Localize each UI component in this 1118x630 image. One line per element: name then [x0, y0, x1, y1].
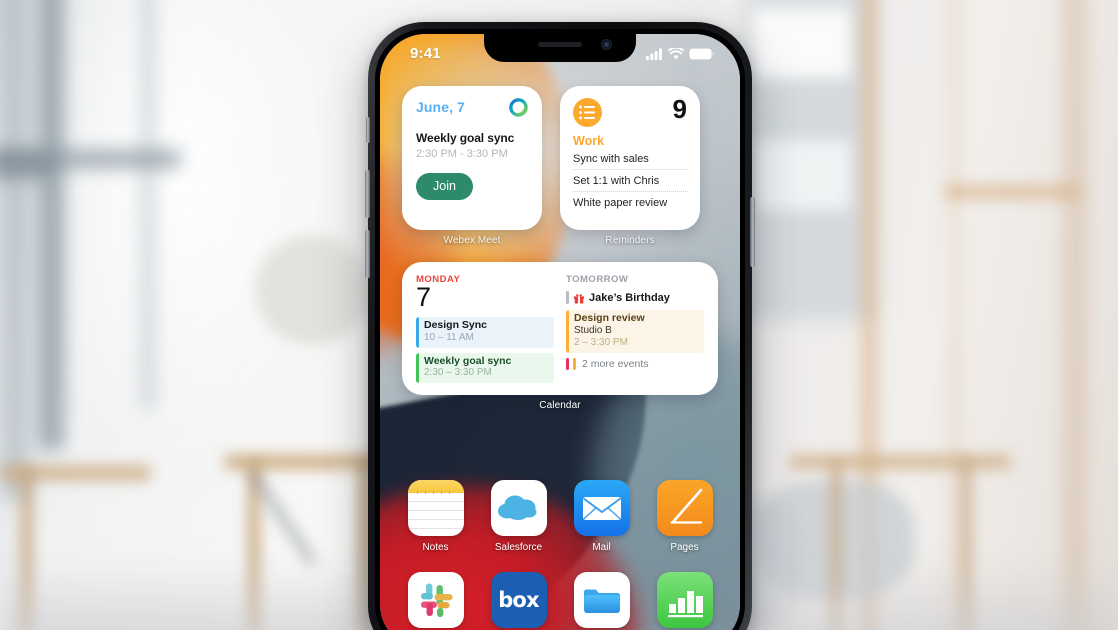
reminders-widget-card[interactable]: 9 Work Sync with sales Set 1:1 with Chri…: [560, 86, 700, 230]
event-location: Studio B: [574, 324, 612, 336]
box-app-icon[interactable]: box: [490, 572, 547, 628]
phone-bezel: 9:41 June, 7 Weekly goal sync 2:30 PM - …: [375, 29, 745, 630]
calendar-widget-label: Calendar: [539, 400, 581, 411]
event-time: 2 – 3:30 PM: [574, 337, 628, 349]
app-salesforce[interactable]: Salesforce: [484, 480, 554, 553]
device-notch: [484, 34, 636, 62]
calendar-event[interactable]: Design Sync 10 – 11 AM: [416, 317, 554, 348]
webex-widget-label: Webex Meet: [443, 235, 501, 246]
background-wood-shelf: [945, 185, 1080, 199]
power-button[interactable]: [750, 197, 755, 267]
app-slack[interactable]: Slack: [401, 572, 471, 630]
window-frame-vertical: [0, 0, 30, 500]
webex-widget-card[interactable]: June, 7 Weekly goal sync 2:30 PM - 3:30 …: [402, 86, 542, 230]
widget-area: June, 7 Weekly goal sync 2:30 PM - 3:30 …: [380, 86, 740, 411]
volume-up-button[interactable]: [365, 170, 370, 218]
calendar-birthday-event[interactable]: Jake’s Birthday: [566, 291, 704, 304]
more-events-label: 2 more events: [582, 357, 649, 370]
calendar-widget-card[interactable]: MONDAY 7 Design Sync 10 – 11 AM Weekly g…: [402, 262, 718, 395]
reminders-widget-label: Reminders: [605, 235, 655, 246]
calendar-today-events: Design Sync 10 – 11 AM Weekly goal sync …: [416, 317, 554, 383]
window-latch: [0, 153, 50, 179]
background-right-window-pane: [752, 140, 852, 210]
silent-switch[interactable]: [366, 117, 370, 143]
calendar-event[interactable]: Weekly goal sync 2:30 – 3:30 PM: [416, 352, 554, 383]
event-color-bar: [573, 357, 576, 370]
calendar-day-number: 7: [416, 282, 432, 312]
earpiece-speaker: [538, 42, 582, 47]
background-right-window-pane: [752, 8, 852, 78]
app-label: Salesforce: [494, 542, 543, 553]
pages-app-icon[interactable]: [656, 480, 713, 536]
reminder-item[interactable]: Sync with sales: [573, 148, 688, 169]
calendar-more-events[interactable]: 2 more events: [566, 357, 704, 370]
calendar-today-column: MONDAY 7 Design Sync 10 – 11 AM Weekly g…: [416, 274, 554, 395]
mail-app-icon[interactable]: [573, 480, 630, 536]
reminders-widget[interactable]: 9 Work Sync with sales Set 1:1 with Chri…: [560, 86, 700, 246]
app-box[interactable]: box Box: [484, 572, 554, 630]
app-grid: Notes Salesforce Mail Pages box: [380, 480, 740, 630]
slack-app-icon[interactable]: [407, 572, 464, 628]
calendar-tomorrow-label: TOMORROW: [566, 274, 629, 285]
reminders-count: 9: [672, 94, 687, 124]
phone-screen[interactable]: 9:41 June, 7 Weekly goal sync 2:30 PM - …: [380, 34, 740, 630]
webex-meeting-time: 2:30 PM - 3:30 PM: [416, 148, 508, 160]
reminder-item[interactable]: Set 1:1 with Chris: [573, 169, 688, 191]
cellular-signal-icon: [646, 48, 662, 60]
join-button[interactable]: Join: [416, 173, 473, 200]
battery-icon: [689, 48, 714, 60]
salesforce-app-icon[interactable]: [490, 480, 547, 536]
background-table: [790, 455, 1010, 469]
window-frame-vertical: [38, 0, 64, 450]
files-app-icon[interactable]: [573, 572, 630, 628]
background-wood-column: [1066, 0, 1084, 630]
app-label: Mail: [592, 542, 611, 553]
volume-down-button[interactable]: [365, 230, 370, 278]
app-row-1: Notes Salesforce Mail Pages: [394, 480, 726, 553]
event-color-bar: [416, 317, 419, 348]
calendar-tomorrow-column: TOMORROW Jake’s Birthday Design review S…: [554, 274, 704, 395]
gift-icon: [573, 293, 585, 303]
reminders-list-icon: [573, 98, 602, 127]
numbers-app-icon[interactable]: [656, 572, 713, 628]
app-mail[interactable]: Mail: [567, 480, 637, 553]
event-time: 10 – 11 AM: [424, 332, 474, 344]
background-plant: [255, 235, 370, 345]
iphone-device: 9:41 June, 7 Weekly goal sync 2:30 PM - …: [365, 22, 755, 630]
app-notes[interactable]: Notes: [401, 480, 471, 553]
box-wordmark: box: [498, 588, 539, 612]
calendar-event[interactable]: Design review Studio B 2 – 3:30 PM: [566, 310, 704, 353]
calendar-widget[interactable]: MONDAY 7 Design Sync 10 – 11 AM Weekly g…: [402, 262, 718, 411]
status-time: 9:41: [410, 45, 441, 62]
notes-app-icon[interactable]: [407, 480, 464, 536]
app-label: Pages: [670, 542, 699, 553]
front-camera: [601, 39, 612, 50]
background-wood-column: [950, 0, 960, 630]
webex-meet-widget[interactable]: June, 7 Weekly goal sync 2:30 PM - 3:30 …: [402, 86, 542, 246]
app-files[interactable]: Files: [567, 572, 637, 630]
event-color-bar: [566, 310, 569, 353]
status-indicators: [646, 48, 714, 60]
event-title: Design Sync: [424, 319, 488, 332]
event-time: 2:30 – 3:30 PM: [424, 367, 492, 379]
webex-meeting-title: Weekly goal sync: [416, 131, 515, 145]
reminder-item[interactable]: White paper review: [573, 191, 688, 213]
app-label: Notes: [422, 542, 449, 553]
reminders-list-name: Work: [573, 134, 605, 148]
event-color-bar: [566, 291, 569, 304]
event-color-bar: [416, 352, 419, 383]
window-frame-vertical: [140, 0, 156, 410]
event-title: Weekly goal sync: [424, 354, 512, 367]
webex-logo-icon: [509, 98, 528, 117]
event-color-bar: [566, 357, 569, 370]
wifi-icon: [668, 48, 684, 60]
widget-row-top: June, 7 Weekly goal sync 2:30 PM - 3:30 …: [380, 86, 740, 246]
app-row-2: Slack box Box: [394, 572, 726, 630]
app-numbers[interactable]: Numbers: [650, 572, 720, 630]
app-pages[interactable]: Pages: [650, 480, 720, 553]
event-title: Design review: [574, 312, 645, 324]
birthday-title: Jake’s Birthday: [589, 291, 670, 304]
